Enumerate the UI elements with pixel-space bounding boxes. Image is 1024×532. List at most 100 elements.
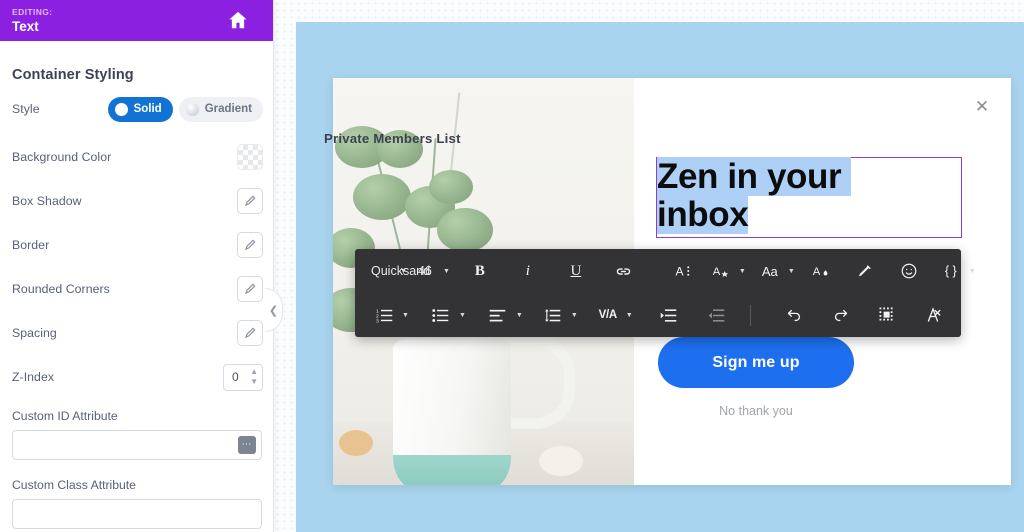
toolbar-row-2: 1 2 3 ▼ ▼ ▼ ▼ V/A ▼ <box>355 293 961 337</box>
box-shadow-edit-button[interactable] <box>237 188 263 214</box>
pitcher-handle <box>501 335 575 429</box>
zindex-spinner-arrows[interactable]: ▲ ▼ <box>250 367 258 385</box>
rich-text-toolbar[interactable]: Quicksand ▼ 46 ▼ B i U A A ▼ Aa ▼ A {} … <box>355 249 976 337</box>
zindex-decrement-icon[interactable]: ▼ <box>250 377 258 385</box>
custom-class-input[interactable] <box>12 499 262 529</box>
highlighter-icon[interactable] <box>850 257 880 285</box>
style-label: Style <box>12 102 40 116</box>
line-height-icon[interactable] <box>538 301 568 329</box>
text-fill-icon[interactable]: A <box>806 257 836 285</box>
custom-id-options-icon[interactable]: ⋯ <box>238 436 256 454</box>
toolbar-divider <box>749 304 751 326</box>
spacing-label: Spacing <box>12 326 57 340</box>
svg-text:2: 2 <box>376 313 379 319</box>
svg-text:1: 1 <box>376 308 379 314</box>
chevron-left-icon: ❮ <box>268 304 279 317</box>
link-icon[interactable] <box>609 257 639 285</box>
style-gradient-label: Gradient <box>204 103 252 115</box>
selected-text-highlight: Zen in your inbox <box>657 157 851 234</box>
svg-text:A: A <box>813 266 821 278</box>
font-family-select[interactable]: Quicksand <box>365 257 430 285</box>
font-color-icon[interactable]: A <box>668 257 698 285</box>
style-row: Style Solid Gradient <box>0 83 273 135</box>
custom-class-block: Custom Class Attribute <box>0 478 273 529</box>
bulleted-list-icon[interactable] <box>426 301 456 329</box>
styling-sidebar: EDITING: Text Container Styling Style So… <box>0 0 274 532</box>
merge-tag-chevron-down-icon[interactable]: ▼ <box>966 268 979 275</box>
box-shadow-row: Box Shadow <box>0 179 273 223</box>
plant-leaf <box>437 208 493 252</box>
background-color-swatch[interactable] <box>237 144 263 170</box>
solid-swatch-icon <box>114 102 128 116</box>
numbered-list-icon[interactable]: 1 2 3 <box>369 301 399 329</box>
zindex-value: 0 <box>232 370 239 384</box>
numbered-list-chevron-down-icon[interactable]: ▼ <box>399 312 412 319</box>
plant-leaf <box>429 170 473 204</box>
plant-leaf <box>353 174 411 220</box>
style-toggle-group: Solid Gradient <box>107 96 263 122</box>
style-gradient-button[interactable]: Gradient <box>178 96 263 122</box>
emoji-icon[interactable] <box>894 257 924 285</box>
toolbar-row-1: Quicksand ▼ 46 ▼ B i U A A ▼ Aa ▼ A {} … <box>355 249 976 293</box>
custom-id-input[interactable]: ⋯ <box>12 430 262 460</box>
rounded-corners-edit-button[interactable] <box>237 276 263 302</box>
undo-icon[interactable] <box>780 301 810 329</box>
line-height-chevron-down-icon[interactable]: ▼ <box>568 312 581 319</box>
decline-link[interactable]: No thank you <box>658 404 854 418</box>
text-style-icon[interactable]: A <box>706 257 736 285</box>
background-color-label: Background Color <box>12 150 112 164</box>
custom-class-label: Custom Class Attribute <box>12 478 136 492</box>
background-color-row: Background Color <box>0 135 273 179</box>
indent-increase-icon[interactable] <box>654 301 684 329</box>
italic-button[interactable]: i <box>513 257 543 285</box>
border-label: Border <box>12 238 50 252</box>
spacing-edit-button[interactable] <box>237 320 263 346</box>
signup-button[interactable]: Sign me up <box>658 337 854 388</box>
sidebar-header: EDITING: Text <box>0 0 273 41</box>
text-case-icon[interactable]: Aa <box>755 257 785 285</box>
dried-flower <box>339 430 373 456</box>
border-row: Border <box>0 223 273 267</box>
modal-headline-text[interactable]: Zen in your inbox <box>657 157 897 234</box>
letter-spacing-chevron-down-icon[interactable]: ▼ <box>623 312 636 319</box>
spacing-row: Spacing <box>0 311 273 355</box>
editing-element-type: Text <box>12 19 39 34</box>
zindex-label: Z-Index <box>12 370 55 384</box>
gradient-swatch-icon <box>185 102 199 116</box>
zindex-stepper[interactable]: 0 ▲ ▼ <box>223 363 263 391</box>
rounded-corners-row: Rounded Corners <box>0 267 273 311</box>
border-edit-button[interactable] <box>237 232 263 258</box>
font-size-chevron-down-icon[interactable]: ▼ <box>440 268 453 275</box>
zindex-increment-icon[interactable]: ▲ <box>250 367 258 375</box>
select-all-icon[interactable] <box>872 301 902 329</box>
text-case-chevron-down-icon[interactable]: ▼ <box>785 268 798 275</box>
letter-spacing-icon[interactable]: V/A <box>593 301 623 329</box>
font-size-select[interactable]: 46 <box>410 257 440 285</box>
home-icon[interactable] <box>227 9 249 31</box>
indent-decrease-icon[interactable] <box>702 301 732 329</box>
text-style-chevron-down-icon[interactable]: ▼ <box>736 268 749 275</box>
svg-text:3: 3 <box>376 318 379 323</box>
svg-text:A: A <box>675 265 683 279</box>
modal-eyebrow-text[interactable]: Private Members List <box>324 131 461 146</box>
custom-id-block: Custom ID Attribute ⋯ <box>0 409 273 460</box>
bulleted-list-chevron-down-icon[interactable]: ▼ <box>456 312 469 319</box>
panel-title: Container Styling <box>12 67 134 83</box>
white-flower <box>539 446 583 476</box>
underline-button[interactable]: U <box>561 257 591 285</box>
align-icon[interactable] <box>483 301 513 329</box>
align-chevron-down-icon[interactable]: ▼ <box>513 312 526 319</box>
zindex-row: Z-Index 0 ▲ ▼ <box>0 355 273 399</box>
bold-button[interactable]: B <box>465 257 495 285</box>
merge-tag-icon[interactable]: { } <box>936 257 966 285</box>
close-icon[interactable]: ✕ <box>973 98 991 116</box>
svg-text:A: A <box>713 266 721 278</box>
custom-id-label: Custom ID Attribute <box>12 409 118 423</box>
pitcher-base <box>393 455 511 485</box>
clear-formatting-icon[interactable] <box>918 301 948 329</box>
editing-label: EDITING: <box>12 7 53 17</box>
style-solid-button[interactable]: Solid <box>107 96 173 122</box>
box-shadow-label: Box Shadow <box>12 194 82 208</box>
font-family-chevron-down-icon[interactable]: ▼ <box>397 268 410 275</box>
redo-icon[interactable] <box>826 301 856 329</box>
